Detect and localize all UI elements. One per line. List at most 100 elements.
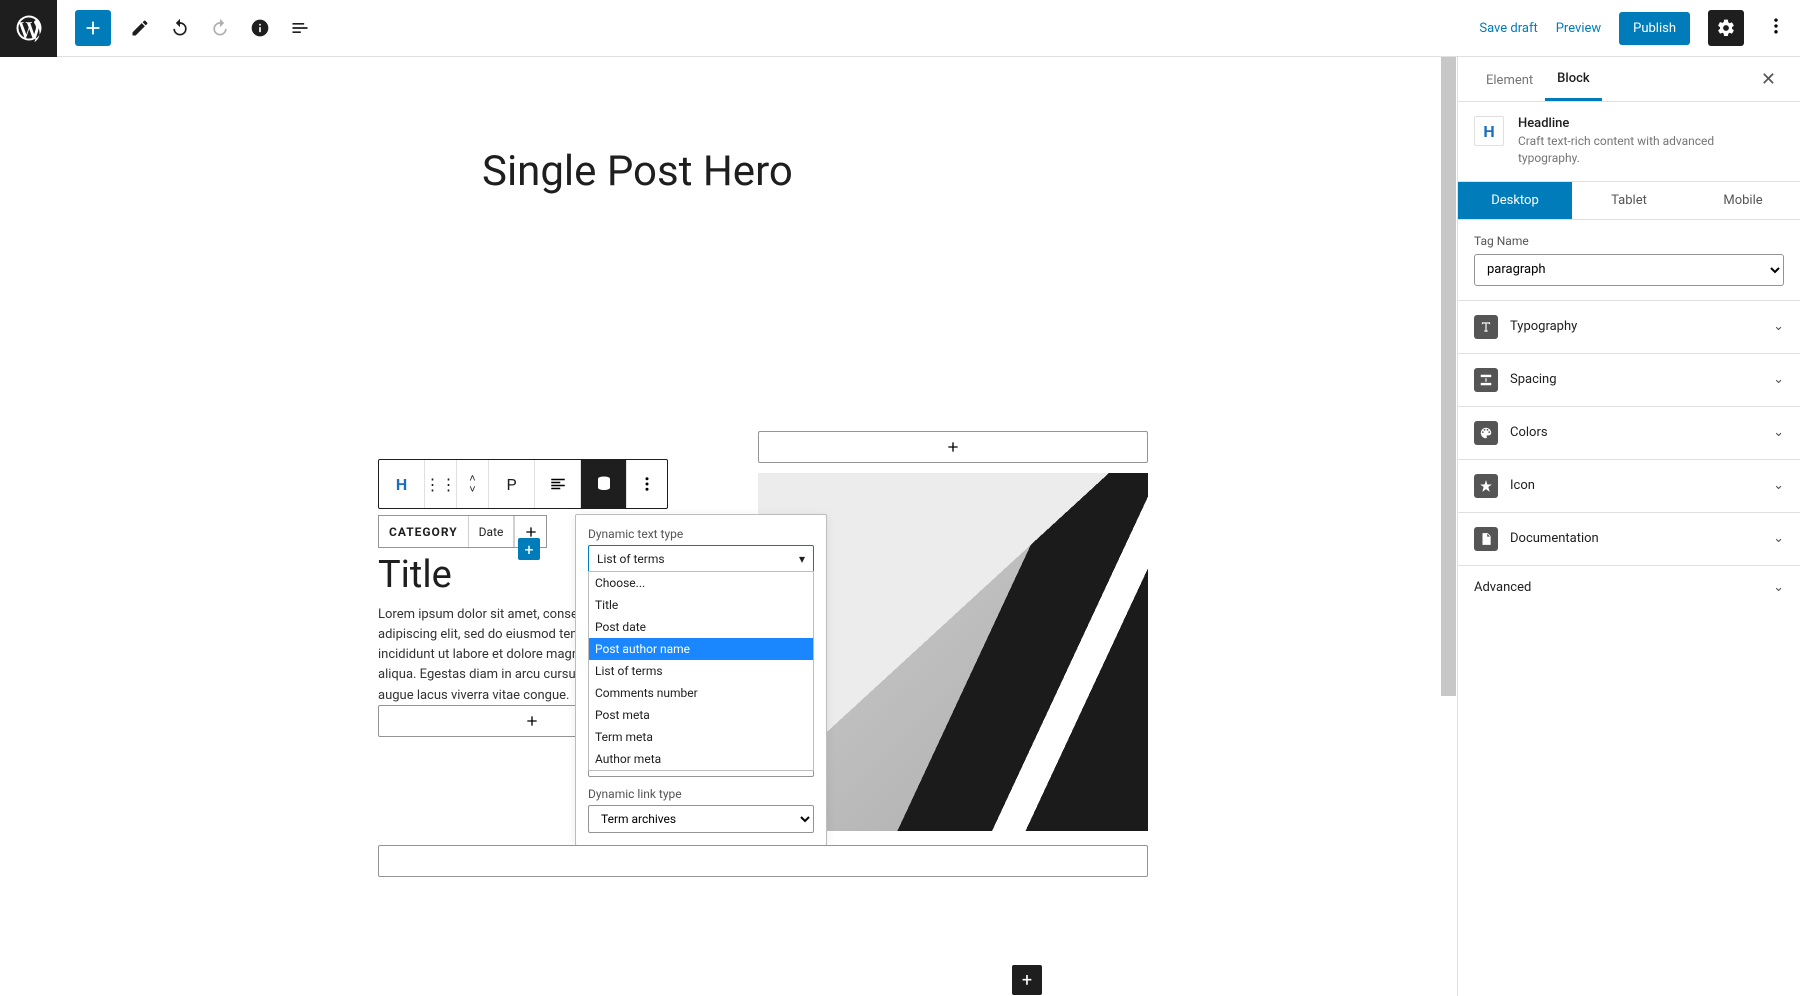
block-toolbar: H ⋮⋮ ˄˅ P: [378, 459, 668, 509]
chevron-down-icon: ▾: [799, 552, 805, 566]
drag-handle[interactable]: ⋮⋮: [425, 460, 457, 508]
chevron-down-icon: ⌄: [1773, 478, 1784, 493]
info-button[interactable]: [249, 17, 271, 39]
block-type-button[interactable]: H: [379, 460, 425, 508]
tagname-select[interactable]: paragraph: [1474, 254, 1784, 286]
close-icon: ✕: [1761, 69, 1776, 90]
dropdown-option[interactable]: Choose...: [589, 572, 813, 594]
settings-button[interactable]: [1708, 10, 1744, 46]
align-button[interactable]: [535, 460, 581, 508]
dropdown-option[interactable]: Author meta: [589, 748, 813, 770]
top-toolbar: Save draft Preview Publish: [0, 0, 1800, 57]
plus-icon: [82, 17, 104, 39]
headline-block-icon: H: [1474, 116, 1504, 146]
canvas-scrollbar-thumb[interactable]: [1441, 57, 1456, 696]
redo-icon: [210, 18, 230, 38]
dots-vertical-icon: [1766, 16, 1786, 36]
accordion-typography[interactable]: Typography ⌄: [1458, 301, 1800, 354]
spacing-icon: [1474, 368, 1498, 392]
add-block-button[interactable]: [75, 10, 111, 46]
date-chip[interactable]: Date: [469, 516, 515, 547]
select-value: List of terms: [597, 552, 665, 566]
gear-icon: [1716, 18, 1736, 38]
toolbar-right-group: Save draft Preview Publish: [1479, 10, 1790, 46]
accordion-label: Spacing: [1510, 372, 1557, 387]
save-draft-button[interactable]: Save draft: [1479, 21, 1537, 36]
pencil-icon: [130, 18, 150, 38]
block-settings-sidebar: Element Block ✕ H Headline Craft text-ri…: [1457, 57, 1800, 996]
sidebar-tabs: Element Block ✕: [1458, 57, 1800, 102]
dynamic-text-type-label: Dynamic text type: [588, 527, 814, 541]
edit-mode-button[interactable]: [129, 17, 151, 39]
close-sidebar-button[interactable]: ✕: [1753, 65, 1784, 94]
block-description: Craft text-rich content with advanced ty…: [1518, 133, 1718, 167]
device-tab-desktop[interactable]: Desktop: [1458, 182, 1572, 219]
page-title[interactable]: Single Post Hero: [482, 147, 1457, 196]
dynamic-data-button[interactable]: [581, 460, 627, 508]
tab-element[interactable]: Element: [1474, 59, 1545, 100]
dropdown-option[interactable]: Term meta: [589, 726, 813, 748]
database-icon: [595, 475, 613, 493]
align-left-icon: [549, 475, 567, 493]
icon-icon: [1474, 474, 1498, 498]
block-title: Headline: [1518, 116, 1718, 131]
tagname-section: Tag Name paragraph: [1458, 220, 1800, 301]
dynamic-link-type-label: Dynamic link type: [588, 787, 814, 801]
block-more-button[interactable]: [627, 460, 667, 508]
undo-icon: [170, 18, 190, 38]
meta-insert-button[interactable]: +: [518, 538, 540, 560]
toolbar-left-group: [75, 10, 311, 46]
redo-button[interactable]: [209, 17, 231, 39]
dropdown-option[interactable]: Post meta: [589, 704, 813, 726]
preview-button[interactable]: Preview: [1556, 21, 1601, 36]
add-block-zone-full[interactable]: [378, 845, 1148, 877]
editor-canvas[interactable]: Single Post Hero H ⋮⋮ ˄˅ P CATEGORY Date…: [0, 57, 1457, 996]
dropdown-option[interactable]: Comments number: [589, 682, 813, 704]
add-block-zone[interactable]: [758, 431, 1148, 463]
list-icon: [290, 18, 310, 38]
accordion-label: Typography: [1510, 319, 1577, 334]
category-chip[interactable]: CATEGORY: [379, 516, 469, 547]
chevron-down-icon: ⌄: [1773, 425, 1784, 440]
accordion-label: Icon: [1510, 478, 1535, 493]
post-title-field[interactable]: Title: [378, 553, 452, 597]
accordion-advanced[interactable]: Advanced ⌄: [1458, 566, 1800, 609]
wordpress-icon: [14, 13, 44, 43]
documentation-icon: [1474, 527, 1498, 551]
publish-button[interactable]: Publish: [1619, 12, 1690, 45]
floating-add-button[interactable]: +: [1012, 965, 1042, 995]
more-options-button[interactable]: [1762, 12, 1790, 44]
dropdown-option[interactable]: Title: [589, 594, 813, 616]
list-view-button[interactable]: [289, 17, 311, 39]
chevron-down-icon: ⌄: [1773, 580, 1784, 595]
accordion-icon[interactable]: Icon ⌄: [1458, 460, 1800, 513]
dropdown-option[interactable]: Post date: [589, 616, 813, 638]
canvas-scrollbar-track[interactable]: [1441, 57, 1456, 996]
dropdown-option[interactable]: List of terms: [589, 660, 813, 682]
dropdown-option[interactable]: Post author name: [589, 638, 813, 660]
updown-icon: ˄˅: [469, 473, 475, 495]
accordion-documentation[interactable]: Documentation ⌄: [1458, 513, 1800, 566]
device-tab-mobile[interactable]: Mobile: [1686, 182, 1800, 219]
paragraph-button[interactable]: P: [489, 460, 535, 508]
move-arrows[interactable]: ˄˅: [457, 460, 489, 508]
block-info-header: H Headline Craft text-rich content with …: [1458, 102, 1800, 181]
drag-icon: ⋮⋮: [425, 475, 457, 494]
device-tab-tablet[interactable]: Tablet: [1572, 182, 1686, 219]
plus-icon: [945, 439, 961, 455]
accordion-label: Advanced: [1474, 580, 1531, 595]
dynamic-text-type-select[interactable]: List of terms ▾: [588, 545, 814, 573]
accordion-colors[interactable]: Colors ⌄: [1458, 407, 1800, 460]
dynamic-data-popover: Dynamic text type List of terms ▾ Choose…: [575, 514, 827, 846]
undo-button[interactable]: [169, 17, 191, 39]
colors-icon: [1474, 421, 1498, 445]
accordion-spacing[interactable]: Spacing ⌄: [1458, 354, 1800, 407]
chevron-down-icon: ⌄: [1773, 531, 1784, 546]
chevron-down-icon: ⌄: [1773, 372, 1784, 387]
wordpress-logo-button[interactable]: [0, 0, 57, 57]
typography-icon: [1474, 315, 1498, 339]
tab-block[interactable]: Block: [1545, 57, 1601, 101]
device-tabs: Desktop Tablet Mobile: [1458, 181, 1800, 220]
dots-vertical-icon: [638, 475, 656, 493]
dynamic-text-type-dropdown: Choose...TitlePost datePost author nameL…: [588, 571, 814, 771]
